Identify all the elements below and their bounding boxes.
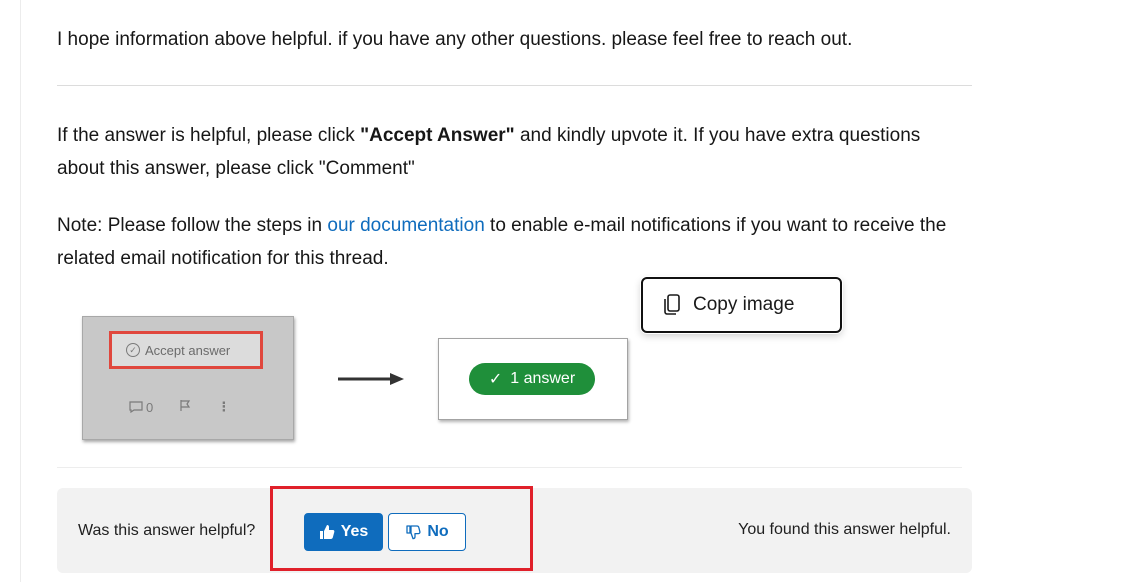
copy-image-menu-item[interactable]: Copy image [641,277,842,333]
accept-answer-note: If the answer is helpful, please click "… [57,125,921,179]
left-border [20,0,21,582]
notification-note: Note: Please follow the steps in our doc… [57,215,947,269]
feedback-bar: Was this answer helpful? Yes No You foun… [57,488,972,573]
feedback-question: Was this answer helpful? [78,522,256,539]
comment-count: 0 [146,399,154,415]
copy-image-label: Copy image [693,294,795,315]
checkmark-icon: ✓ [488,371,503,388]
answer-card-example: ✓ Accept answer 0 ⋮ [82,316,294,440]
answer-count-label: 1 answer [510,370,576,387]
documentation-link[interactable]: our documentation [327,215,484,236]
yes-label: Yes [340,523,369,540]
no-label: No [427,523,449,540]
thumbs-down-icon [406,525,421,540]
accept-answer-emphasis: "Accept Answer" [360,125,515,146]
more-icon: ⋮ [217,399,231,414]
flag-icon [179,399,191,415]
arrow-right-icon [338,373,404,385]
yes-button[interactable]: Yes [304,513,383,551]
answer-count-badge: ✓ 1 answer [469,363,595,395]
accept-answer-example: ✓ Accept answer [109,331,263,369]
closing-line: I hope information above helpful. if you… [57,29,853,50]
card-actions-example: 0 ⋮ [129,399,230,415]
circle-check-icon: ✓ [126,343,140,357]
divider [57,85,972,86]
accept-answer-example-label: Accept answer [145,342,231,358]
copy-icon [664,294,680,315]
no-button[interactable]: No [388,513,466,551]
comment-icon: 0 [129,400,153,415]
section-divider [57,467,962,468]
answered-card-example: ✓ 1 answer [438,338,628,420]
thumbs-up-icon [319,525,335,539]
feedback-status: You found this answer helpful. [738,521,951,538]
accept-answer-illustration[interactable]: ✓ Accept answer 0 ⋮ ✓ 1 answer [80,316,640,446]
